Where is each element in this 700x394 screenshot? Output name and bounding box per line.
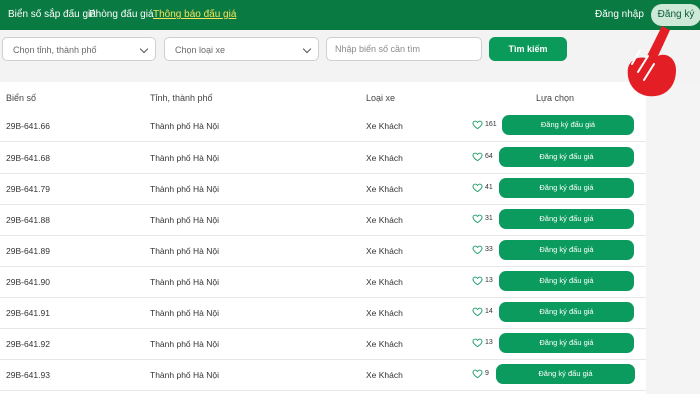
- like-count: 14: [485, 308, 493, 315]
- table-row: 29B-641.90 Thành phố Hà Nội Xe Khách 13 Đăng…: [0, 266, 646, 298]
- heart-icon[interactable]: [472, 213, 483, 224]
- plate-number: 29B-641.93: [6, 370, 50, 380]
- table-row: 29B-641.89 Thành phố Hà Nội Xe Khách 33 Đăng…: [0, 235, 646, 267]
- header-plate: Biển số: [6, 93, 37, 103]
- table-row: 29B-641.91 Thành phố Hà Nội Xe Khách 14 Đăng…: [0, 297, 646, 329]
- plate-search-input[interactable]: [326, 37, 482, 61]
- vehicle-type: Xe Khách: [366, 121, 403, 131]
- plate-number: 29B-641.90: [6, 277, 50, 287]
- login-link[interactable]: Đăng nhập: [595, 9, 644, 20]
- like-count: 33: [485, 246, 493, 253]
- vehicle-type: Xe Khách: [366, 277, 403, 287]
- vehicle-type: Xe Khách: [366, 308, 403, 318]
- table-row: 29B-641.92 Thành phố Hà Nội Xe Khách 13 Đăng…: [0, 328, 646, 360]
- table-row: 29B-641.66 Thành phố Hà Nội Xe Khách 161 Đăn…: [0, 110, 646, 142]
- plate-number: 29B-641.79: [6, 184, 50, 194]
- page-gutter: [646, 82, 700, 394]
- vehicle-type: Xe Khách: [366, 153, 403, 163]
- plate-number: 29B-641.91: [6, 308, 50, 318]
- province-select[interactable]: Chọn tỉnh, thành phố: [2, 37, 156, 61]
- register-auction-button[interactable]: Đăng ký đấu giá: [502, 115, 634, 135]
- vehicle-type-select-label: Chọn loại xe: [175, 45, 226, 55]
- table-row: 29B-641.79 Thành phố Hà Nội Xe Khách 41 Đăng…: [0, 173, 646, 205]
- heart-icon[interactable]: [472, 337, 483, 348]
- chevron-down-icon: [302, 44, 312, 54]
- heart-icon[interactable]: [472, 119, 483, 130]
- vehicle-type: Xe Khách: [366, 184, 403, 194]
- like-count: 161: [485, 121, 497, 128]
- province-name: Thành phố Hà Nội: [150, 215, 219, 225]
- table-row: 29B-641.88 Thành phố Hà Nội Xe Khách 31 Đăng…: [0, 204, 646, 236]
- register-auction-button[interactable]: Đăng ký đấu giá: [499, 178, 634, 198]
- heart-icon[interactable]: [472, 182, 483, 193]
- like-count: 13: [485, 277, 493, 284]
- vehicle-type: Xe Khách: [366, 215, 403, 225]
- province-name: Thành phố Hà Nội: [150, 184, 219, 194]
- register-auction-button[interactable]: Đăng ký đấu giá: [499, 147, 634, 167]
- vehicle-type: Xe Khách: [366, 339, 403, 349]
- register-auction-button[interactable]: Đăng ký đấu giá: [499, 209, 634, 229]
- like-count: 13: [485, 339, 493, 346]
- province-name: Thành phố Hà Nội: [150, 339, 219, 349]
- search-button[interactable]: Tìm kiếm: [489, 37, 567, 61]
- register-auction-button[interactable]: Đăng ký đấu giá: [499, 302, 634, 322]
- like-count: 64: [485, 153, 493, 160]
- province-name: Thành phố Hà Nội: [150, 246, 219, 256]
- pointing-hand-icon: [627, 26, 676, 97]
- heart-icon[interactable]: [472, 368, 483, 379]
- plate-number: 29B-641.88: [6, 215, 50, 225]
- heart-icon[interactable]: [472, 244, 483, 255]
- heart-icon[interactable]: [472, 151, 483, 162]
- vehicle-type: Xe Khách: [366, 370, 403, 380]
- like-count: 31: [485, 215, 493, 222]
- province-name: Thành phố Hà Nội: [150, 370, 219, 380]
- heart-icon[interactable]: [472, 275, 483, 286]
- like-count: 41: [485, 184, 493, 191]
- header-choice: Lựa chọn: [536, 93, 575, 103]
- province-name: Thành phố Hà Nội: [150, 121, 219, 131]
- table-row: 29B-641.68 Thành phố Hà Nội Xe Khách 64 Đăng…: [0, 142, 646, 174]
- table-row: 29B-641.93 Thành phố Hà Nội Xe Khách 9 Đăng …: [0, 359, 646, 391]
- register-auction-button[interactable]: Đăng ký đấu giá: [499, 240, 634, 260]
- nav-upcoming-plates[interactable]: Biển số sắp đấu giá: [8, 9, 96, 20]
- plate-number: 29B-641.89: [6, 246, 50, 256]
- plate-number: 29B-641.68: [6, 153, 50, 163]
- chevron-down-icon: [139, 44, 149, 54]
- heart-icon[interactable]: [472, 306, 483, 317]
- plate-number: 29B-641.92: [6, 339, 50, 349]
- header-vehicle-type: Loại xe: [366, 93, 396, 103]
- province-name: Thành phố Hà Nội: [150, 308, 219, 318]
- header-province: Tỉnh, thành phố: [150, 93, 213, 103]
- top-nav-bar: Biển số sắp đấu giá Phòng đấu giá Thông …: [0, 0, 700, 30]
- filter-bar: Chọn tỉnh, thành phố Chọn loại xe Tìm ki…: [0, 30, 700, 82]
- like-count: 9: [485, 370, 489, 377]
- register-auction-button[interactable]: Đăng ký đấu giá: [499, 333, 634, 353]
- nav-auction-notice[interactable]: Thông báo đấu giá: [153, 9, 236, 20]
- nav-auction-room[interactable]: Phòng đấu giá: [89, 9, 154, 20]
- province-name: Thành phố Hà Nội: [150, 153, 219, 163]
- vehicle-type-select[interactable]: Chọn loại xe: [164, 37, 319, 61]
- province-select-label: Chọn tỉnh, thành phố: [13, 45, 97, 55]
- province-name: Thành phố Hà Nội: [150, 277, 219, 287]
- register-auction-button[interactable]: Đăng ký đấu giá: [496, 364, 635, 384]
- register-auction-button[interactable]: Đăng ký đấu giá: [499, 271, 634, 291]
- vehicle-type: Xe Khách: [366, 246, 403, 256]
- plate-number: 29B-641.66: [6, 121, 50, 131]
